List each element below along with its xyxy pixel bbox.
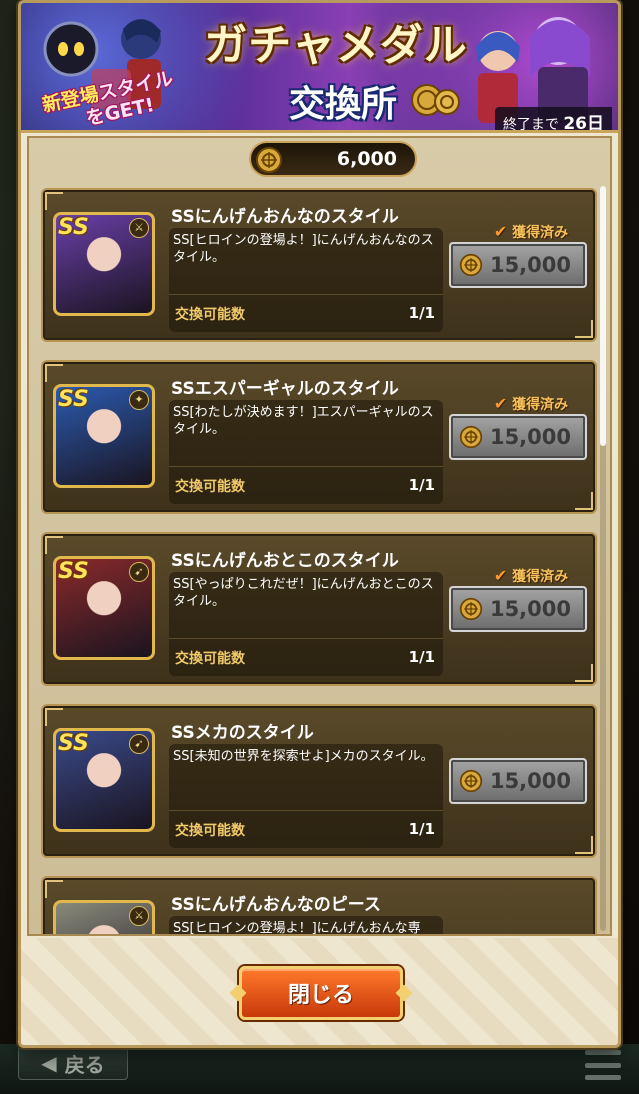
exchange-price-button[interactable]: 15,000: [449, 242, 587, 288]
item-description-box: SS[ヒロインの登場よ！]にんげんおんな専: [169, 916, 443, 936]
medal-coin-icon: [459, 769, 483, 793]
exchange-limit-count: 1/1: [408, 304, 435, 322]
exchange-price-button[interactable]: 15,000: [449, 758, 587, 804]
price-amount: 15,000: [489, 253, 571, 277]
item-description: SS[未知の世界を探索せよ]メカのスタイル。: [173, 749, 434, 764]
rank-badge: SS: [58, 215, 89, 240]
style-portrait[interactable]: ⚔: [53, 900, 155, 934]
exchange-limit-label: 交換可能数: [175, 479, 245, 495]
price-amount: 15,000: [489, 425, 571, 449]
exchange-item-card[interactable]: ⚔ SSにんげんおんなのピース SS[ヒロインの登場よ！]にんげんおんな専: [41, 876, 597, 936]
exchange-item-card[interactable]: SS ✦ SSエスパーギャルのスタイル SS[わたしが決めます！]エスパーギャル…: [41, 360, 597, 514]
style-portrait[interactable]: SS ✦: [53, 384, 155, 488]
card-corner-ornament: [45, 880, 63, 898]
divider: [169, 810, 443, 811]
banner-title: ガチャメダル: [204, 21, 468, 71]
event-banner: ガチャメダル 交換所 新登場スタイル をGET! 終了まで 26日: [21, 3, 618, 133]
medal-balance: 6,000: [249, 141, 417, 177]
item-description-box: SS[やっぱりこれだぜ！]にんげんおとこのスタイル。 交換可能数 1/1: [169, 572, 443, 676]
card-corner-ornament: [45, 192, 63, 210]
exchange-item-card[interactable]: SS ➹ SSにんげんおとこのスタイル SS[やっぱりこれだぜ！]にんげんおとこ…: [41, 532, 597, 686]
style-portrait[interactable]: SS ⚔: [53, 212, 155, 316]
event-deadline: 終了まで 26日: [494, 107, 612, 130]
sword-icon: ⚔: [129, 906, 149, 926]
exchange-price-button[interactable]: 15,000: [449, 586, 587, 632]
style-portrait[interactable]: SS ➹: [53, 556, 155, 660]
item-title: SSエスパーギャルのスタイル: [171, 379, 399, 399]
card-corner-ornament: [575, 492, 593, 510]
card-corner-ornament: [45, 536, 63, 554]
acquired-badge: ✔ 獲得済み: [493, 394, 569, 413]
divider: [169, 638, 443, 639]
card-corner-ornament: [575, 836, 593, 854]
exchange-limit-count: 1/1: [408, 476, 435, 494]
exchange-limit-label: 交換可能数: [175, 823, 245, 839]
card-corner-ornament: [575, 320, 593, 338]
item-title: SSにんげんおんなのピース: [171, 895, 381, 915]
card-corner-ornament: [575, 664, 593, 682]
card-corner-ornament: [45, 364, 63, 382]
acquired-badge: ✔ 獲得済み: [493, 222, 569, 241]
gun-icon: ➹: [129, 562, 149, 582]
banner-subtitle: 交換所: [288, 84, 397, 125]
menu-icon[interactable]: [585, 1050, 621, 1080]
checkmark-icon: ✔: [493, 222, 508, 241]
back-arrow-icon: ◀: [41, 1051, 57, 1075]
price-amount: 15,000: [489, 597, 571, 621]
rank-badge: SS: [58, 731, 89, 756]
medal-coin-icon: [459, 425, 483, 449]
exchange-item-card[interactable]: SS ➹ SSメカのスタイル SS[未知の世界を探索せよ]メカのスタイル。 交換…: [41, 704, 597, 858]
exchange-limit-count: 1/1: [408, 820, 435, 838]
exchange-price-button[interactable]: 15,000: [449, 414, 587, 460]
item-description-box: SS[わたしが決めます！]エスパーギャルのスタイル。 交換可能数 1/1: [169, 400, 443, 504]
medal-balance-amount: 6,000: [336, 148, 397, 170]
close-button[interactable]: 閉じる: [229, 966, 413, 1020]
exchange-limit-label: 交換可能数: [175, 651, 245, 667]
medal-coin-icon: [459, 597, 483, 621]
item-title: SSにんげんおんなのスタイル: [171, 207, 399, 227]
close-button-label: 閉じる: [287, 983, 354, 1008]
item-title: SSメカのスタイル: [171, 723, 314, 743]
exchange-list[interactable]: 6,000 SS ⚔ SSにんげんおんなのスタイル SS[ヒロインの登場よ！]に…: [27, 136, 612, 936]
gun-icon: ➹: [129, 734, 149, 754]
exchange-item-card[interactable]: SS ⚔ SSにんげんおんなのスタイル SS[ヒロインの登場よ！]にんげんおんな…: [41, 188, 597, 342]
checkmark-icon: ✔: [493, 394, 508, 413]
modal-footer: 閉じる: [21, 938, 618, 1045]
medal-coin-icon: [256, 147, 282, 173]
divider: [169, 294, 443, 295]
medal-coin-icon: [459, 253, 483, 277]
rank-badge: SS: [58, 387, 89, 412]
exchange-limit-count: 1/1: [408, 648, 435, 666]
staff-icon: ✦: [129, 390, 149, 410]
checkmark-icon: ✔: [493, 566, 508, 585]
item-description: SS[ヒロインの登場よ！]にんげんおんなのスタイル。: [173, 233, 434, 265]
item-description-box: SS[未知の世界を探索せよ]メカのスタイル。 交換可能数 1/1: [169, 744, 443, 848]
price-amount: 15,000: [489, 769, 571, 793]
sword-icon: ⚔: [129, 218, 149, 238]
item-description: SS[ヒロインの登場よ！]にんげんおんな専: [173, 921, 421, 936]
item-description: SS[わたしが決めます！]エスパーギャルのスタイル。: [173, 405, 434, 437]
bottom-bar: ◀ 戻る: [0, 1044, 639, 1094]
back-button-label: 戻る: [64, 1052, 105, 1077]
medal-exchange-modal: ガチャメダル 交換所 新登場スタイル をGET! 終了まで 26日 6,000: [18, 0, 621, 1048]
divider: [169, 466, 443, 467]
item-title: SSにんげんおとこのスタイル: [171, 551, 399, 571]
card-corner-ornament: [45, 708, 63, 726]
gacha-medal-icon: [411, 84, 460, 116]
exchange-limit-label: 交換可能数: [175, 307, 245, 323]
scrollbar-thumb[interactable]: [600, 186, 606, 446]
style-portrait[interactable]: SS ➹: [53, 728, 155, 832]
rank-badge: SS: [58, 559, 89, 584]
button-deco-left: [229, 984, 247, 1002]
item-description-box: SS[ヒロインの登場よ！]にんげんおんなのスタイル。 交換可能数 1/1: [169, 228, 443, 332]
acquired-badge: ✔ 獲得済み: [493, 566, 569, 585]
button-deco-right: [395, 984, 413, 1002]
item-description: SS[やっぱりこれだぜ！]にんげんおとこのスタイル。: [173, 577, 434, 609]
back-button[interactable]: ◀ 戻る: [18, 1046, 128, 1080]
